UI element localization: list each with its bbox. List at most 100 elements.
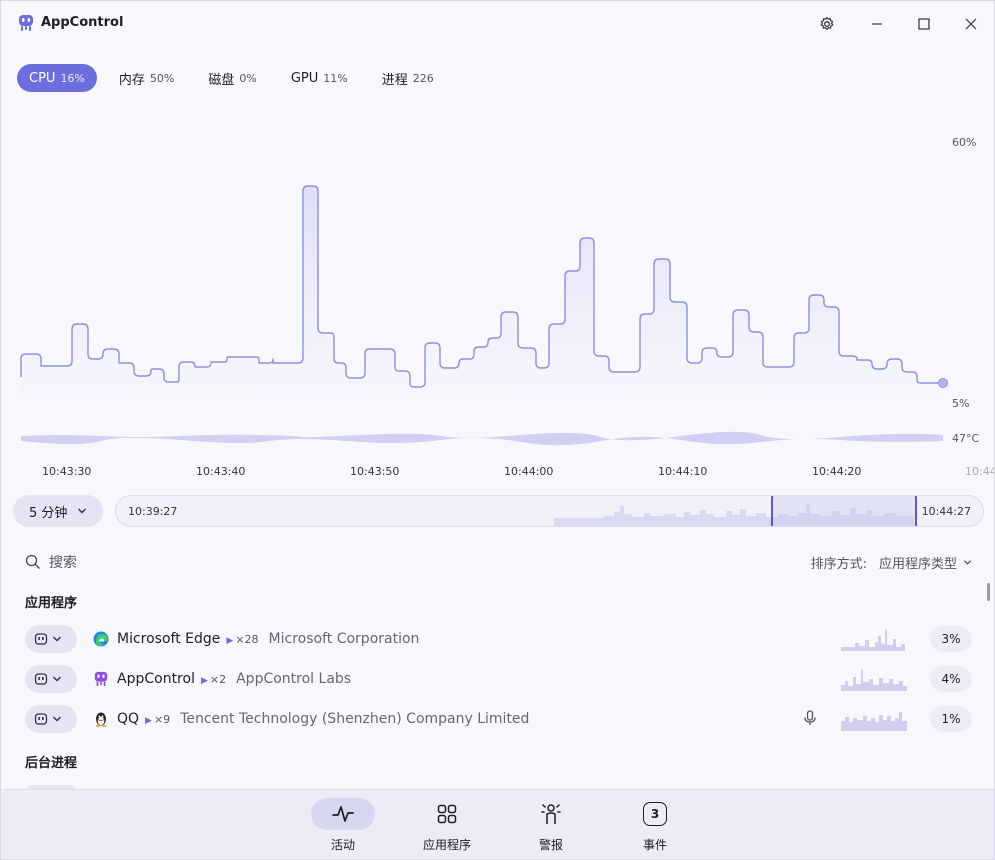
tab-processes[interactable]: 进程 226 [370,64,446,92]
events-badge: 3 [643,802,667,826]
section-background-heading: 后台进程 [25,756,78,771]
nav-label: 活动 [330,838,355,852]
tab-gpu[interactable]: GPU 11% [279,64,360,92]
app-title-text: AppControl [117,671,195,687]
app-name: Microsoft Edge ▶ ×28 Microsoft Corporation [117,631,419,647]
tab-cpu[interactable]: CPU 16% [17,64,97,92]
company-name: AppControl Labs [236,671,352,687]
list-scrollbar[interactable] [987,583,990,601]
settings-button[interactable] [814,11,840,37]
maximize-icon [918,18,930,30]
app-logo-icon [19,15,33,31]
cpu-chart: 60% 5% 47°C 10:43:30 10:43:40 10:43:50 1… [1,101,994,491]
tab-label: GPU [290,70,319,86]
tab-value: 50% [149,71,175,85]
search-box[interactable]: 搜索 [25,552,77,572]
app-title-text: Microsoft Edge [117,631,221,647]
close-button[interactable] [958,11,984,37]
temperature-label: 47°C [952,432,980,445]
tab-memory[interactable]: 内存 50% [107,64,186,92]
play-icon: ▶ [200,676,208,686]
robot-icon [34,633,48,645]
time-tick: 10:43:30 [42,465,92,478]
nav-pill [519,798,583,830]
close-icon [965,18,977,30]
nav-pill [311,798,375,830]
appcontrol-icon [94,671,108,687]
chevron-down-icon [53,636,61,642]
chevron-down-icon [53,716,61,722]
time-tick: 10:44:00 [504,465,554,478]
process-count-text: ×2 [209,673,227,686]
temperature-band [21,431,943,446]
edge-icon [93,631,109,647]
nav-label: 事件 [642,838,667,852]
time-range-dropdown[interactable]: 5 分钟 [13,495,103,527]
alert-figure-icon [541,804,561,824]
nav-pill [415,798,479,830]
time-tick: 10:44:20 [812,465,862,478]
app-expand-toggle[interactable] [25,705,77,733]
tab-label: 进程 [381,72,408,88]
chevron-down-icon [963,560,972,565]
tab-disk[interactable]: 磁盘 0% [196,64,268,92]
play-icon: ▶ [226,636,234,646]
timeline-scrubber[interactable]: 10:39:27 10:44:27 [115,495,984,527]
minimize-button[interactable] [864,11,890,37]
sort-dropdown[interactable]: 排序方式: 应用程序类型 [811,553,972,572]
chevron-down-icon [78,508,87,514]
app-title: AppControl [41,15,124,30]
app-cpu-percent: 1% [930,706,972,732]
sort-value: 应用程序类型 [878,557,957,572]
nav-events[interactable]: 3 事件 [615,798,695,858]
time-tick: 10:43:40 [196,465,246,478]
nav-alerts[interactable]: 警报 [511,798,591,858]
title-bar: AppControl [1,1,994,45]
sort-label: 排序方式: [810,557,867,572]
search-icon [25,554,40,569]
tab-label: CPU [29,70,56,86]
process-count: ▶ ×28 [226,633,258,646]
app-cpu-percent: 4% [930,666,972,692]
app-name: AppControl ▶ ×2 AppControl Labs [117,671,351,687]
activity-pulse-icon [332,806,354,822]
nav-pill: 3 [623,798,687,830]
maximize-button[interactable] [911,11,937,37]
nav-label: 应用程序 [422,838,471,852]
app-expand-toggle[interactable] [25,665,77,693]
list-item[interactable]: Microsoft Edge ▶ ×28 Microsoft Corporation … [1,619,994,659]
grid-icon [437,804,457,824]
list-item[interactable]: QQ ▶ ×9 Tencent Technology (Shenzhen) Compa… [1,699,994,739]
tab-value: 0% [239,71,257,85]
chart-min-label: 5% [952,397,970,410]
minimize-icon [872,23,882,25]
app-sparkline [841,630,905,651]
timeline-end: 10:44:27 [921,505,971,518]
process-count-text: ×9 [153,713,171,726]
metric-tabs: CPU 16% 内存 50% 磁盘 0% GPU 11% 进程 226 [17,64,456,92]
play-icon: ▶ [145,716,152,726]
app-cpu-percent: 3% [930,626,972,652]
timeline-selection-window[interactable] [771,496,917,526]
nav-label: 警报 [538,838,563,852]
bottom-navigation: 活动 应用程序 警报 3 事件 [1,789,994,859]
qq-penguin-icon [96,712,106,727]
time-tick: 10:44:30 [965,465,994,478]
chart-max-label: 60% [952,136,977,149]
app-expand-toggle[interactable] [25,625,77,653]
microphone-icon [804,710,816,725]
time-range-label: 5 分钟 [29,505,68,521]
process-count: ▶ ×2 [201,673,226,686]
process-count: ▶ ×9 [145,713,170,726]
nav-activity[interactable]: 活动 [303,798,383,858]
chevron-down-icon [53,676,61,682]
company-name: Tencent Technology (Shenzhen) Company Li… [180,711,530,727]
company-name: Microsoft Corporation [268,631,420,647]
cpu-chart-svg [20,185,948,446]
list-item[interactable]: AppControl ▶ ×2 AppControl Labs 4% [1,659,994,699]
search-input[interactable]: 搜索 [49,552,77,572]
app-sparkline [841,670,907,691]
app-sparkline [841,712,907,731]
nav-applications[interactable]: 应用程序 [407,798,487,858]
tab-value: 16% [60,71,85,85]
